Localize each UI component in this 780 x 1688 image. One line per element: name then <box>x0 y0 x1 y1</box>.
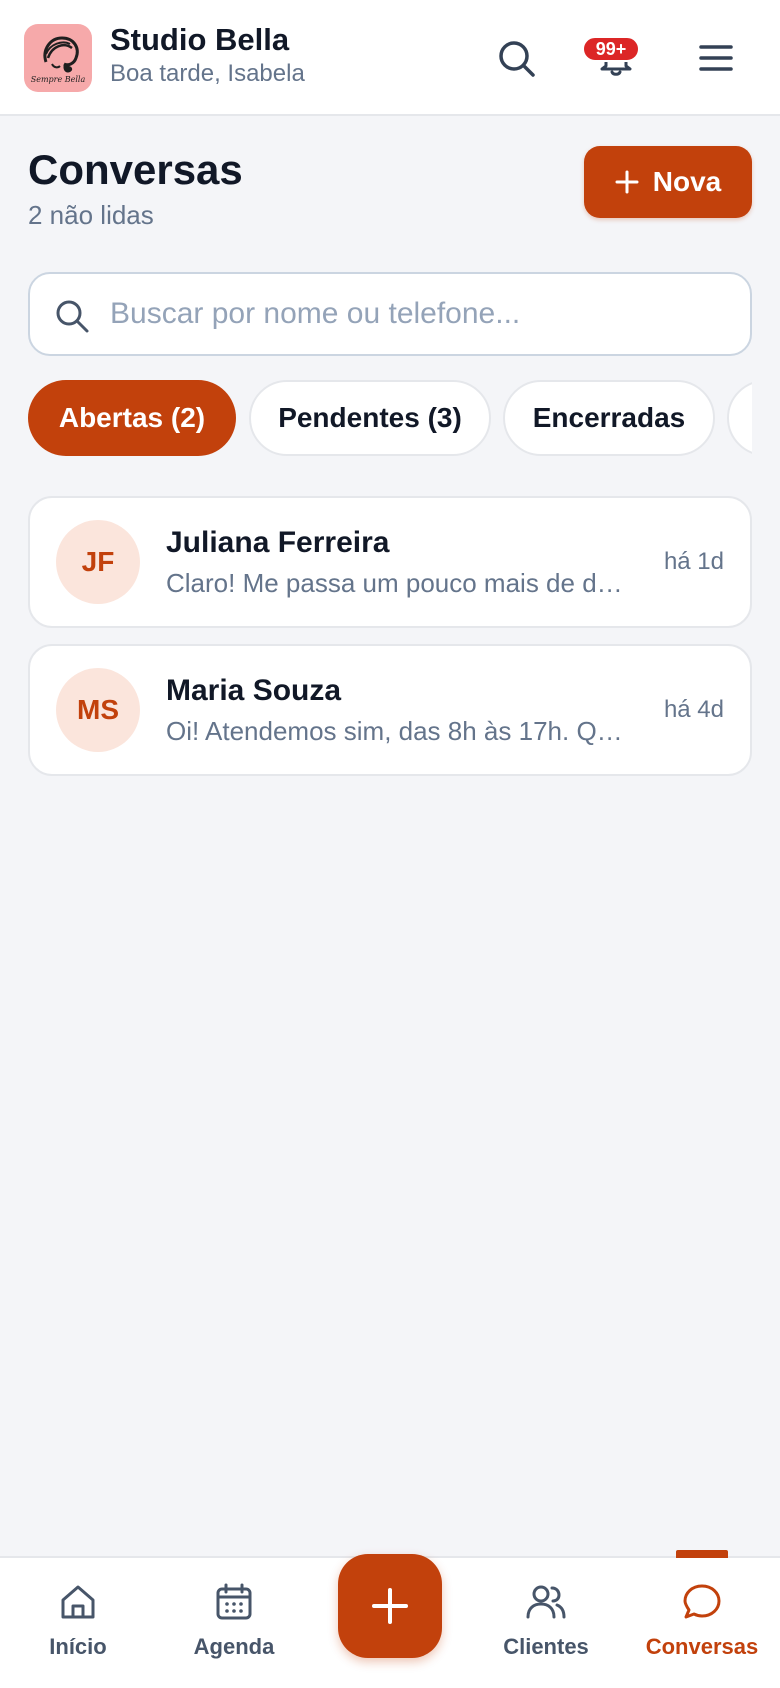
brand-name: Studio Bella <box>110 22 290 57</box>
search-input[interactable] <box>110 288 730 340</box>
app-header: Sempre Bella Studio Bella Boa tarde, Isa… <box>0 0 780 116</box>
nav-item-agenda[interactable]: Agenda <box>156 1558 312 1688</box>
search-field[interactable] <box>28 272 752 356</box>
nav-item-conversas[interactable]: Conversas <box>624 1550 780 1688</box>
conversation-item[interactable]: MS Maria Souza Oi! Atendemos sim, das 8h… <box>28 644 752 776</box>
page-title: Conversas <box>28 146 243 193</box>
nav-item-inicio[interactable]: Início <box>0 1558 156 1688</box>
avatar: JF <box>56 520 140 604</box>
hamburger-menu-icon <box>699 45 733 71</box>
notification-count-badge: 99+ <box>582 36 640 62</box>
nav-label: Clientes <box>503 1634 589 1659</box>
contact-name: Maria Souza <box>166 674 342 707</box>
avatar: MS <box>56 668 140 752</box>
active-nav-indicator <box>676 1550 728 1558</box>
add-fab-button[interactable] <box>338 1554 442 1658</box>
nav-label: Agenda <box>193 1634 275 1659</box>
message-time: há 1d <box>663 548 724 575</box>
new-conversation-button[interactable]: Nova <box>584 146 752 218</box>
home-icon <box>61 1585 95 1619</box>
filter-tab-encerradas[interactable]: Encerradas <box>503 380 715 456</box>
menu-button[interactable] <box>688 30 744 86</box>
greeting-text: Boa tarde, Isabela <box>110 60 305 87</box>
plus-icon <box>372 1588 408 1624</box>
message-preview: Oi! Atendemos sim, das 8h às 17h. Quer a… <box>166 716 636 746</box>
nav-label: Início <box>49 1634 107 1659</box>
nav-item-clientes[interactable]: Clientes <box>468 1558 624 1688</box>
message-time: há 4d <box>663 696 724 723</box>
header-search-button[interactable] <box>488 30 544 86</box>
woman-profile-logo: Sempre Bella <box>31 36 86 84</box>
message-preview: Claro! Me passa um pouco mais de detalhe… <box>166 568 636 598</box>
brand-logo[interactable]: Sempre Bella <box>24 24 92 92</box>
filter-tab-pendentes[interactable]: Pendentes (3) <box>249 380 491 456</box>
new-conversation-label: Nova <box>652 166 722 197</box>
filter-tabs: Abertas (2) Pendentes (3) Encerradas <box>28 380 752 456</box>
nav-label: Conversas <box>645 1634 759 1659</box>
users-icon <box>526 1585 566 1619</box>
contact-name: Juliana Ferreira <box>166 526 390 559</box>
filter-tab-more[interactable] <box>727 380 752 456</box>
search-icon <box>56 300 89 333</box>
search-icon <box>499 41 535 77</box>
chat-icon <box>683 1584 721 1619</box>
plus-icon <box>615 170 639 194</box>
unread-count: 2 não lidas <box>28 200 154 230</box>
calendar-icon <box>216 1583 252 1620</box>
conversation-item[interactable]: JF Juliana Ferreira Claro! Me passa um p… <box>28 496 752 628</box>
svg-text:Sempre Bella: Sempre Bella <box>31 75 86 84</box>
filter-tab-abertas[interactable]: Abertas (2) <box>28 380 236 456</box>
